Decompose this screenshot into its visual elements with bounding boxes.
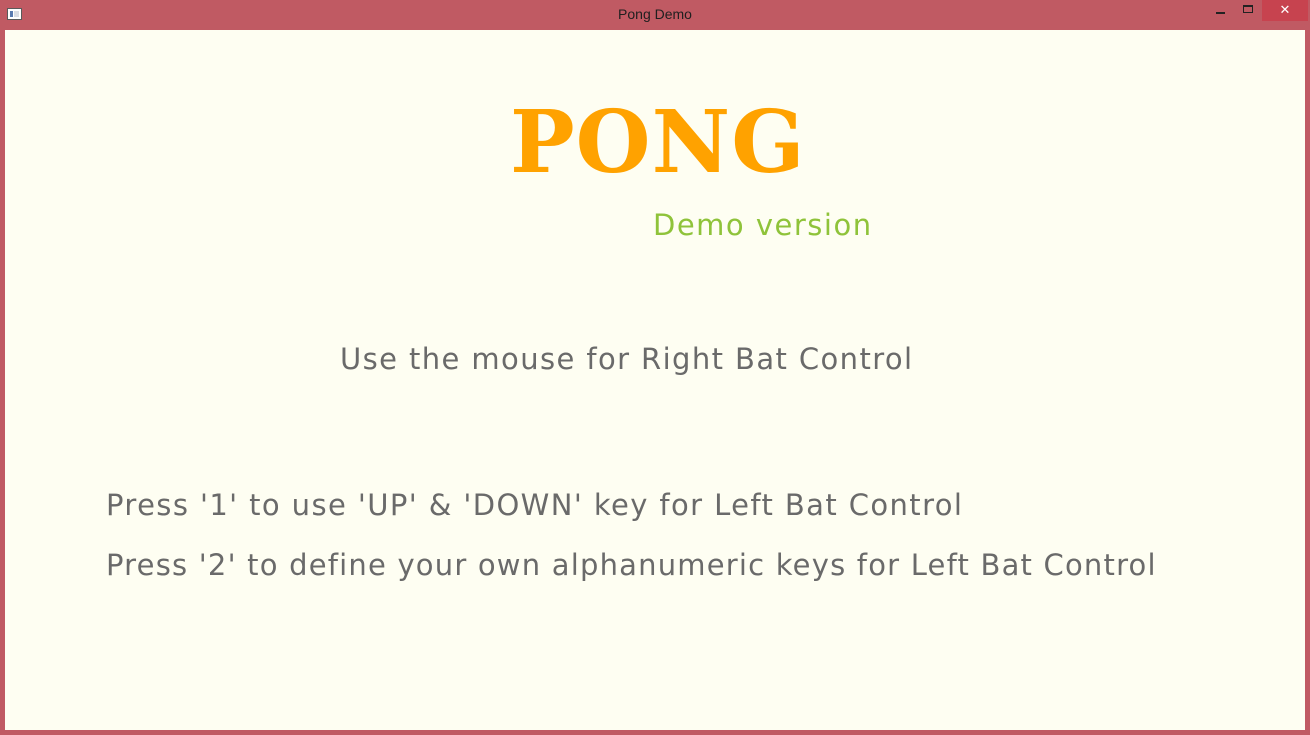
- minimize-button[interactable]: [1206, 0, 1234, 21]
- title-bar[interactable]: Pong Demo ✕: [0, 0, 1310, 30]
- maximize-button[interactable]: [1234, 0, 1262, 21]
- mouse-control-instruction: Use the mouse for Right Bat Control: [340, 342, 914, 376]
- close-button[interactable]: ✕: [1262, 0, 1308, 21]
- app-window: Pong Demo ✕ PONG Demo version Use the mo…: [0, 0, 1310, 735]
- window-title: Pong Demo: [618, 6, 692, 22]
- minimize-icon: [1215, 12, 1225, 14]
- game-subtitle: Demo version: [653, 208, 873, 242]
- option-1-instruction: Press '1' to use 'UP' & 'DOWN' key for L…: [106, 488, 964, 522]
- game-title: PONG: [510, 92, 806, 193]
- maximize-icon: [1243, 4, 1253, 13]
- option-2-instruction: Press '2' to define your own alphanumeri…: [106, 548, 1157, 582]
- close-icon: ✕: [1279, 2, 1291, 18]
- game-canvas[interactable]: PONG Demo version Use the mouse for Righ…: [5, 30, 1305, 730]
